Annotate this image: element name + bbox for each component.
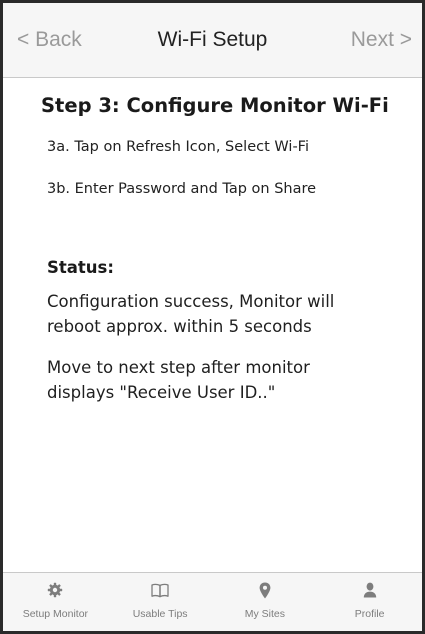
tab-label: My Sites <box>244 608 285 620</box>
back-button[interactable]: < Back <box>17 27 82 53</box>
instruction-refresh-wifi: 3a. Tap on Refresh Icon, Select Wi-Fi <box>47 139 309 155</box>
status-message: Configuration success, Monitor will rebo… <box>47 292 335 336</box>
tab-profile[interactable]: Profile <box>317 573 422 631</box>
instruction-enter-password: 3b. Enter Password and Tap on Share <box>47 181 317 197</box>
map-pin-icon <box>213 581 318 599</box>
next-step-hint: Move to next step after monitor displays… <box>47 358 310 402</box>
tab-label: Profile <box>354 608 385 620</box>
book-icon <box>108 581 213 599</box>
next-button[interactable]: Next > <box>351 27 412 53</box>
gear-icon <box>3 581 108 599</box>
status-label: Status: <box>47 258 114 277</box>
tab-bar: Setup Monitor Usable Tips My Sites Profi… <box>3 572 422 631</box>
tab-label: Setup Monitor <box>22 608 89 620</box>
tab-setup-monitor[interactable]: Setup Monitor <box>3 573 108 631</box>
tab-label: Usable Tips <box>132 608 188 620</box>
tab-my-sites[interactable]: My Sites <box>213 573 318 631</box>
navigation-bar: Wi-Fi Setup < Back Next > <box>3 3 422 78</box>
user-icon <box>317 581 422 599</box>
tab-usable-tips[interactable]: Usable Tips <box>108 573 213 631</box>
step-title: Step 3: Configure Monitor Wi-Fi <box>41 94 389 117</box>
app-screen: Wi-Fi Setup < Back Next > Step 3: Config… <box>0 0 425 634</box>
